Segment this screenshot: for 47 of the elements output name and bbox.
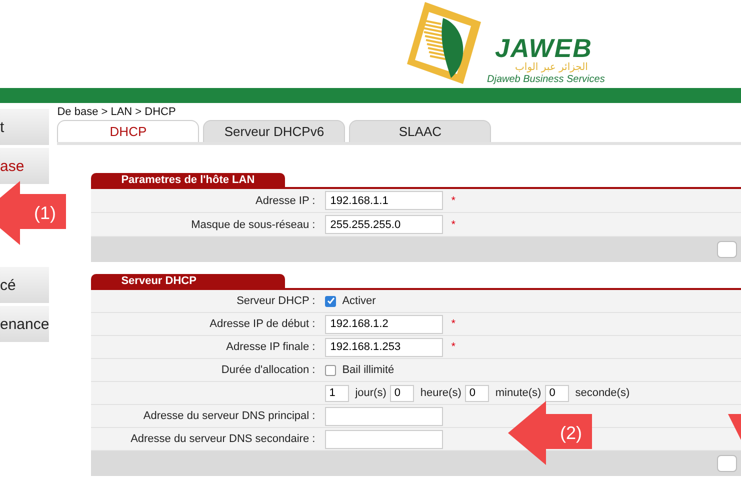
sidebar-item[interactable]: t [0,109,50,145]
required-mark: * [451,218,456,230]
required-mark: * [451,341,456,353]
footer-button[interactable] [717,241,738,258]
annotation-arrow [728,414,741,440]
field-label: Adresse du serveur DNS secondaire : [130,433,316,445]
field-label: Masque de sous-réseau : [190,218,316,230]
input-field[interactable]: 1 [325,384,350,402]
tab[interactable]: Serveur DHCPv6 [203,120,346,142]
logo-icon [405,0,483,86]
input-field[interactable]: 192.168.1.1 [325,191,444,210]
sidebar-item[interactable]: ase [0,148,50,184]
field-label: Adresse IP : [254,194,316,206]
checkbox[interactable] [325,296,336,306]
field-label: Adresse IP de début : [208,318,316,330]
section-title: Parametres de l'hôte LAN [91,173,286,187]
unit-label: heure(s) [420,387,462,399]
input-field[interactable] [325,430,444,448]
sidebar-item[interactable]: cé [0,267,50,303]
tab[interactable]: SLAAC [349,120,492,142]
field-label: Adresse IP finale : [225,341,316,353]
section-title: Serveur DHCP [91,274,286,288]
input-field[interactable]: 255.255.255.0 [325,215,444,234]
required-mark: * [451,194,456,206]
logo-arabic-text: الجزائر عبر الواب [514,62,589,74]
input-field[interactable]: 192.168.1.253 [325,338,444,356]
checkbox-label: Activer [342,295,376,307]
input-field[interactable]: 0 [465,384,490,402]
input-field[interactable]: 0 [390,384,414,402]
breadcrumb: De base > LAN > DHCP [57,105,177,120]
checkbox-label: Bail illimité [342,364,394,376]
unit-label: jour(s) [355,387,386,399]
footer-button[interactable] [717,455,738,472]
logo-name: JAWEB [494,34,594,62]
required-mark: * [451,318,456,330]
sidebar-item[interactable]: enance [0,306,50,342]
field-label: Serveur DHCP : [236,295,316,307]
input-field[interactable] [325,406,444,426]
input-field[interactable]: 0 [545,384,570,402]
logo-tagline: Djaweb Business Services [486,74,605,86]
unit-label: minute(s) [495,387,542,399]
input-field[interactable]: 192.168.1.2 [325,314,444,334]
unit-label: seconde(s) [575,387,630,399]
field-label: Adresse du serveur DNS principal : [142,410,316,422]
field-label: Durée d'allocation : [220,364,316,376]
tab[interactable]: DHCP [57,120,200,142]
checkbox[interactable] [325,364,336,376]
